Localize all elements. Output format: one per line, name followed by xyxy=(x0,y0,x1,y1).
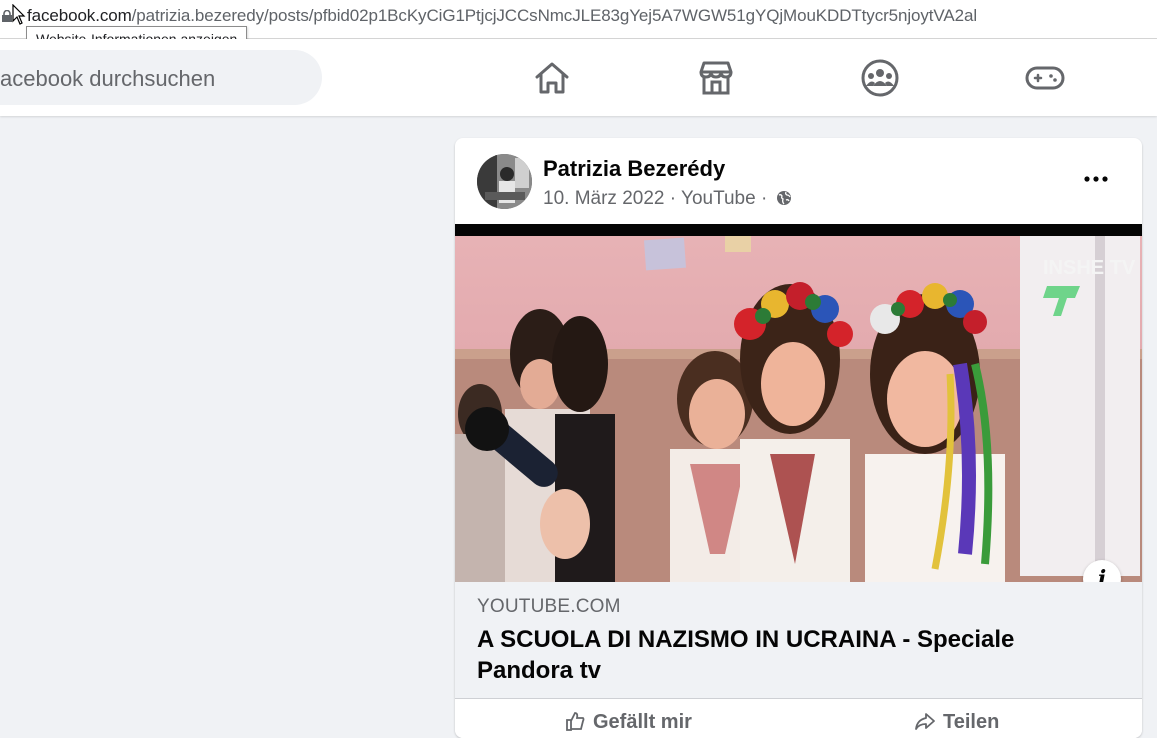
more-options-icon[interactable] xyxy=(1083,174,1109,184)
post-source: YouTube xyxy=(681,188,756,209)
facebook-top-bar: acebook durchsuchen xyxy=(0,39,1157,116)
lock-icon[interactable] xyxy=(2,10,12,22)
globe-icon[interactable] xyxy=(776,190,792,206)
marketplace-icon[interactable] xyxy=(696,58,736,98)
home-icon[interactable] xyxy=(532,58,572,98)
post-meta: 10. März 2022 · YouTube · xyxy=(543,188,792,210)
share-label: Teilen xyxy=(943,711,1000,733)
post-date[interactable]: 10. März 2022 xyxy=(543,188,664,209)
like-label: Gefällt mir xyxy=(593,711,692,733)
url-domain: facebook.com xyxy=(27,6,132,25)
post-card: Patrizia Bezerédy 10. März 2022 · YouTub… xyxy=(455,138,1142,738)
post-author[interactable]: Patrizia Bezerédy xyxy=(543,156,725,182)
thumbs-up-icon xyxy=(566,712,585,731)
avatar-photo xyxy=(477,154,532,209)
like-button[interactable]: Gefällt mir xyxy=(565,711,692,734)
url-path: /patrizia.bezeredy/posts/pfbid02p1BcKyCi… xyxy=(131,6,978,25)
link-preview[interactable]: YOUTUBE.COM A SCUOLA DI NAZISMO IN UCRAI… xyxy=(455,582,1142,698)
video-thumbnail-image: INSHE TV xyxy=(455,224,1142,582)
share-icon xyxy=(915,713,935,730)
search-placeholder: acebook durchsuchen xyxy=(0,66,216,91)
link-title[interactable]: A SCUOLA DI NAZISMO IN UCRAINA - Special… xyxy=(477,624,1097,686)
gaming-icon[interactable] xyxy=(1025,58,1065,98)
post-actions: Gefällt mir Teilen xyxy=(455,698,1142,738)
search-input[interactable]: acebook durchsuchen xyxy=(0,50,322,105)
video-top-bar xyxy=(455,224,1142,236)
mouse-cursor-icon xyxy=(12,4,26,25)
video-thumbnail[interactable]: INSHE TV xyxy=(455,224,1142,582)
avatar[interactable] xyxy=(477,154,532,209)
groups-icon[interactable] xyxy=(860,58,900,98)
video-watermark: INSHE TV xyxy=(1043,257,1136,279)
url-text[interactable]: facebook.com/patrizia.bezeredy/posts/pfb… xyxy=(27,6,977,26)
link-domain: YOUTUBE.COM xyxy=(477,596,621,617)
share-button[interactable]: Teilen xyxy=(915,711,999,734)
meta-separator: · xyxy=(755,188,773,209)
meta-separator: · xyxy=(664,188,682,209)
